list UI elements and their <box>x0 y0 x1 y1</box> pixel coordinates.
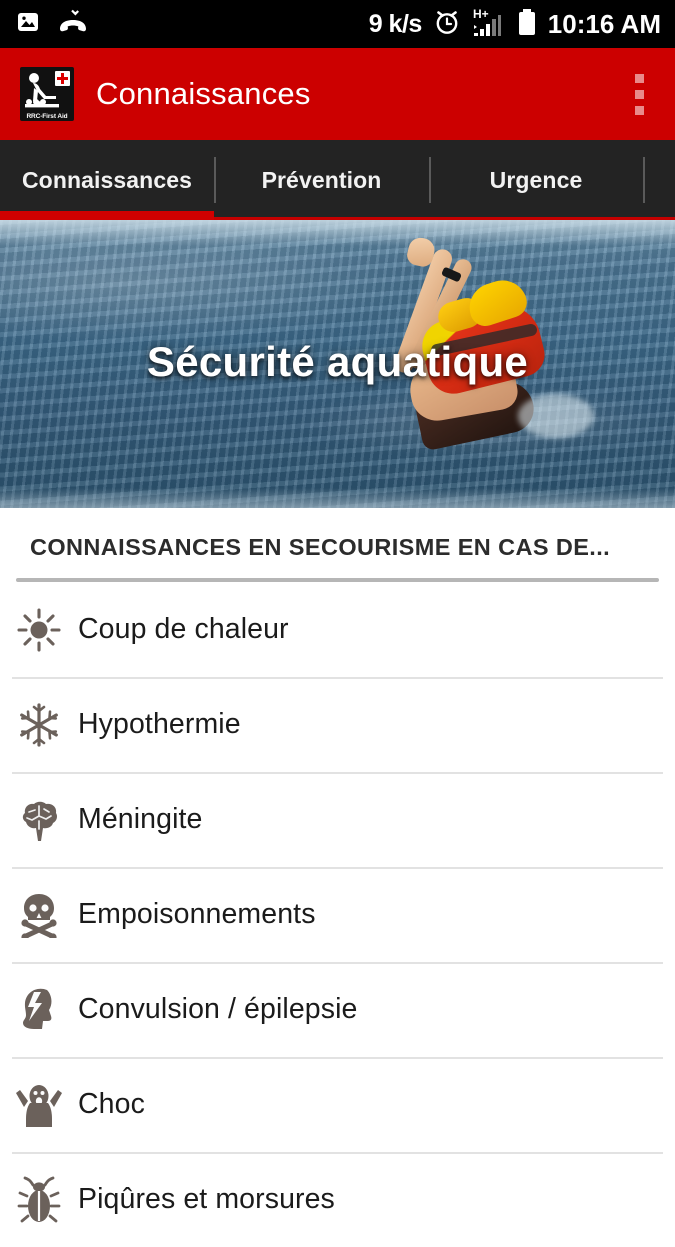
list-item-empoisonnements[interactable]: Empoisonnements <box>0 867 675 962</box>
list-item-hypothermie[interactable]: Hypothermie <box>0 677 675 772</box>
list-item-label: Convulsion / épilepsie <box>78 993 358 1025</box>
list-item-label: Méningite <box>78 803 203 835</box>
list-item-choc[interactable]: Choc <box>0 1057 675 1152</box>
svg-text:H+: H+ <box>473 7 489 21</box>
clock-text: 10:16 AM <box>547 8 661 39</box>
status-bar-right: 9 k/s H+ 10:16 AM <box>369 7 661 42</box>
snowflake-icon <box>0 702 78 748</box>
image-icon <box>16 10 40 39</box>
section-title: CONNAISSANCES EN SECOURISME EN CAS DE... <box>30 534 611 560</box>
shocked-person-icon <box>0 1081 78 1129</box>
page-title: Connaissances <box>96 76 311 111</box>
tab-urgence[interactable]: Urgence <box>429 140 643 220</box>
hero-title: Sécurité aquatique <box>146 338 529 385</box>
hero-banner[interactable]: Sécurité aquatique <box>0 220 675 508</box>
tab-prevention[interactable]: Prévention <box>214 140 429 220</box>
alarm-clock-icon <box>433 8 461 41</box>
tab-connaissances[interactable]: Connaissances <box>0 140 214 220</box>
sun-icon <box>0 607 78 653</box>
status-bar: 9 k/s H+ 10:16 AM <box>0 0 675 48</box>
app-bar: RRC-First Aid Connaissances <box>0 48 675 140</box>
section-header: CONNAISSANCES EN SECOURISME EN CAS DE... <box>0 508 675 582</box>
logo-caption: RRC-First Aid <box>26 113 68 120</box>
cpr-first-aid-logo: RRC-First Aid <box>20 67 74 121</box>
status-bar-left-icons <box>16 9 88 40</box>
app-screen: 9 k/s H+ 10:16 AM RRC-First Aid Connaiss… <box>0 0 675 1247</box>
list-item-label: Empoisonnements <box>78 898 316 930</box>
head-lightning-icon <box>0 986 78 1034</box>
list-item-convulsion-epilepsie[interactable]: Convulsion / épilepsie <box>0 962 675 1057</box>
signal-hplus-icon: H+ <box>472 7 506 42</box>
tab-label: Urgence <box>489 166 583 193</box>
red-cross-icon <box>55 71 70 86</box>
knowledge-list: Coup de chaleur Hypothermie Méningite Em… <box>0 582 675 1247</box>
tab-bar: Connaissances Prévention Urgence <box>0 140 675 220</box>
list-item-label: Hypothermie <box>78 708 241 740</box>
list-item-label: Choc <box>78 1088 145 1120</box>
overflow-menu-icon[interactable] <box>625 68 653 120</box>
list-item-meningite[interactable]: Méningite <box>0 772 675 867</box>
tab-next-partial[interactable] <box>643 140 675 220</box>
battery-icon <box>517 8 537 41</box>
active-tab-indicator <box>0 211 214 220</box>
network-speed-text: 9 k/s <box>368 9 423 38</box>
missed-call-icon <box>58 9 88 40</box>
tab-label: Connaissances <box>21 166 193 193</box>
brain-icon <box>0 797 78 843</box>
hero-foam-bottom <box>0 488 675 508</box>
tab-label: Prévention <box>261 166 382 193</box>
skull-crossbones-icon <box>0 892 78 938</box>
list-item-coup-de-chaleur[interactable]: Coup de chaleur <box>0 582 675 677</box>
list-item-label: Coup de chaleur <box>78 613 289 645</box>
